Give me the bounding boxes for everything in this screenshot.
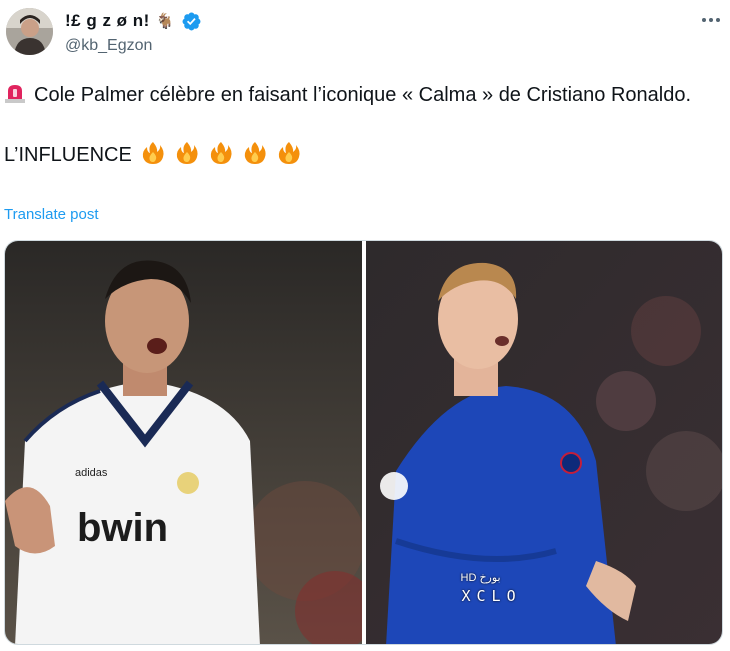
display-name[interactable]: !£ g z ø n! — [65, 11, 150, 31]
sponsor-text: bwin — [77, 506, 168, 550]
author-handle[interactable]: @kb_Egzon — [65, 37, 152, 55]
media-photo-right[interactable]: HD بورخ XCLO — [365, 241, 722, 644]
watermark-channel: HD بورخ — [460, 572, 501, 584]
more-options-icon[interactable] — [698, 9, 724, 31]
translate-post-link[interactable]: Translate post — [4, 206, 99, 223]
tweet-line-1: Cole Palmer célèbre en faisant l’iconiqu… — [34, 84, 692, 106]
fire-icon — [278, 142, 300, 164]
verified-badge-icon — [182, 12, 200, 30]
tweet-line-2: L’INFLUENCE — [4, 144, 132, 166]
tweet-text: Cole Palmer célèbre en faisant l’iconiqu… — [4, 80, 704, 170]
fire-icon — [210, 142, 232, 164]
goat-emoji-icon: 🐐 — [155, 13, 175, 30]
fire-icon — [176, 142, 198, 164]
fire-emojis — [132, 140, 302, 170]
kit-brand-text: adidas — [75, 467, 108, 479]
avatar[interactable] — [6, 8, 53, 55]
author-row: !£ g z ø n! 🐐 — [65, 10, 202, 32]
rotating-light-icon — [5, 85, 25, 103]
fire-icon — [244, 142, 266, 164]
fire-icon — [142, 142, 164, 164]
media-photo-left[interactable]: adidas bwin — [5, 241, 362, 644]
watermark-text: XCLO — [461, 587, 522, 605]
media-grid[interactable]: adidas bwin HD بورخ XCLO — [4, 240, 723, 645]
